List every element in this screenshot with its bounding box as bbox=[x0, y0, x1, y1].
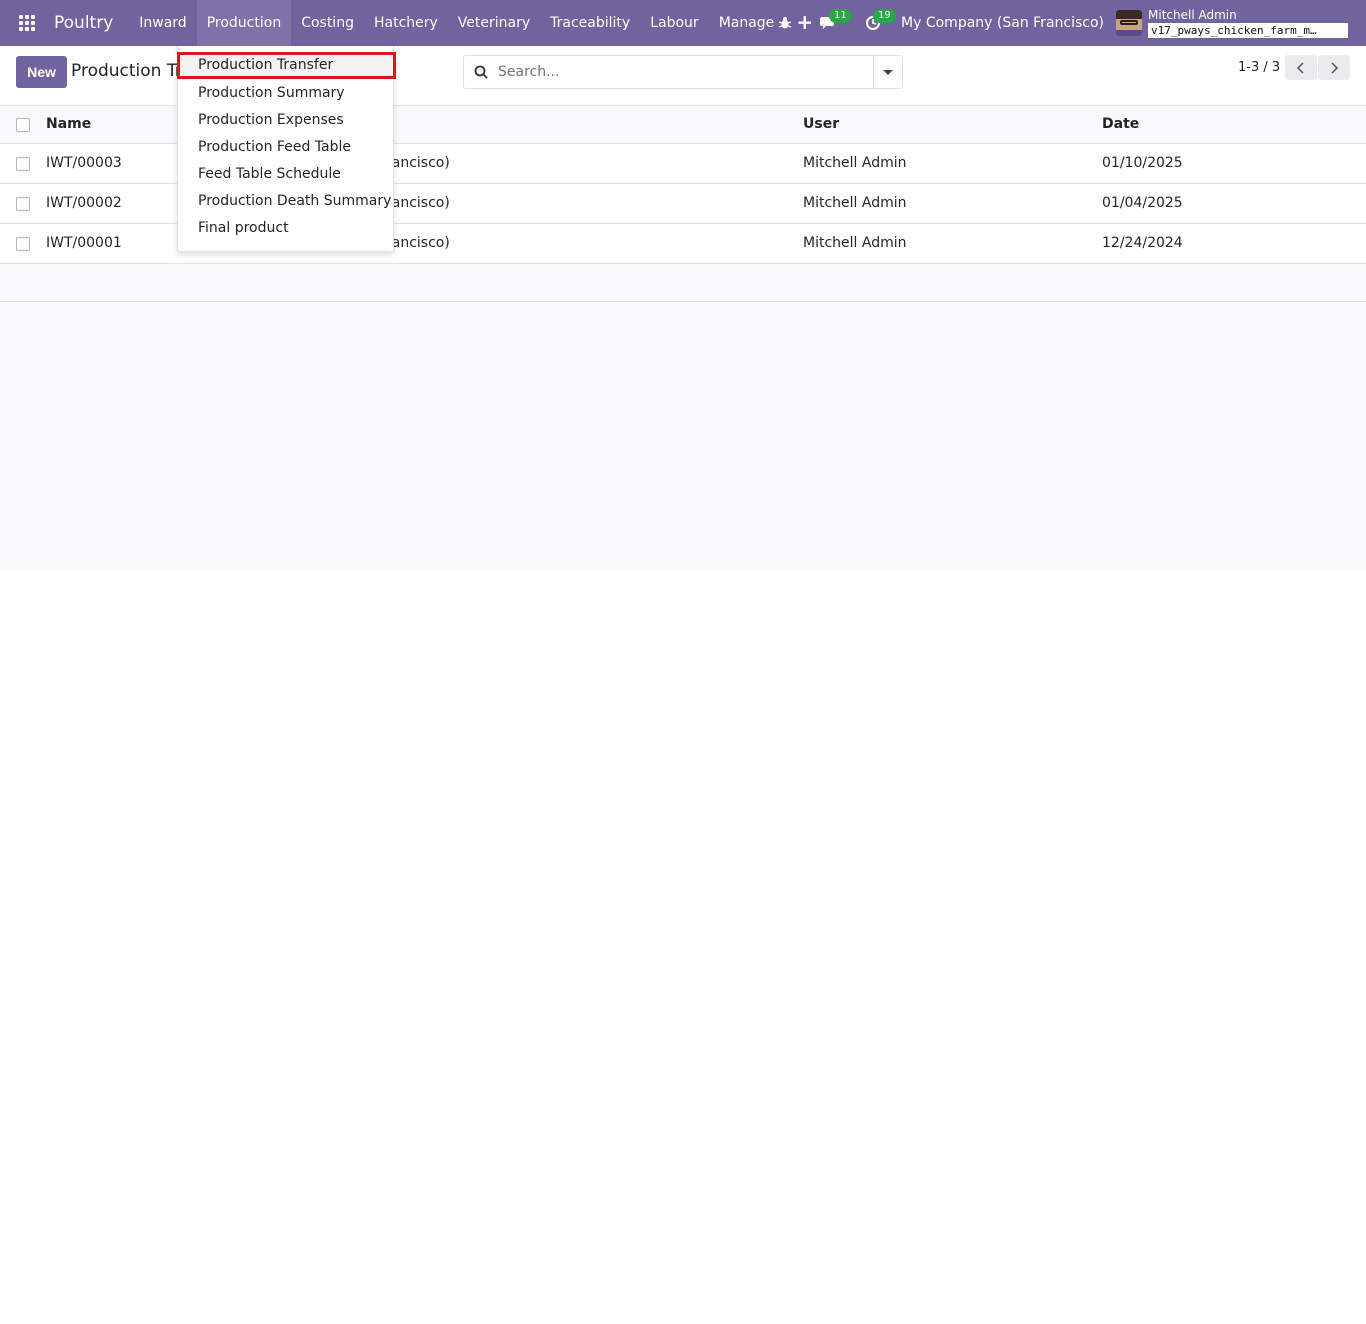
column-header-user[interactable]: User bbox=[803, 116, 839, 132]
cell-name: IWT/00002 bbox=[46, 195, 122, 211]
menu-item-production-expenses[interactable]: Production Expenses bbox=[178, 107, 393, 134]
production-dropdown-menu: Production Transfer Production Summary P… bbox=[177, 46, 396, 252]
cell-name: IWT/00003 bbox=[46, 155, 122, 171]
search-icon bbox=[464, 65, 498, 79]
top-navbar: Poultry Inward Production Costing Hatche… bbox=[0, 0, 1366, 46]
activities-badge: 19 bbox=[873, 9, 896, 23]
pager-value[interactable]: 1-3 / 3 bbox=[1238, 60, 1280, 75]
cell-user: Mitchell Admin bbox=[803, 155, 907, 171]
menu-item-feed-table-schedule[interactable]: Feed Table Schedule bbox=[178, 161, 393, 188]
menu-item-production-transfer[interactable]: Production Transfer bbox=[177, 52, 396, 79]
row-checkbox[interactable] bbox=[16, 157, 30, 171]
menu-traceability[interactable]: Traceability bbox=[540, 0, 640, 46]
pager-previous-button[interactable] bbox=[1285, 55, 1317, 80]
menu-item-final-product[interactable]: Final product bbox=[178, 215, 393, 242]
user-name: Mitchell Admin bbox=[1148, 8, 1237, 22]
menu-veterinary[interactable]: Veterinary bbox=[448, 0, 540, 46]
select-all-checkbox[interactable] bbox=[16, 118, 30, 132]
cell-user: Mitchell Admin bbox=[803, 235, 907, 251]
column-header-date[interactable]: Date bbox=[1102, 116, 1139, 132]
cell-date: 01/10/2025 bbox=[1102, 155, 1183, 171]
menu-item-production-feed-table[interactable]: Production Feed Table bbox=[178, 134, 393, 161]
database-name: v17_pways_chicken_farm_m… bbox=[1148, 23, 1348, 38]
activities-icon[interactable]: 19 bbox=[851, 0, 896, 46]
cell-company: rancisco) bbox=[386, 155, 450, 171]
menu-inward[interactable]: Inward bbox=[129, 0, 196, 46]
user-menu[interactable]: Mitchell Admin v17_pways_chicken_farm_m… bbox=[1148, 8, 1348, 38]
pager-next-button[interactable] bbox=[1318, 55, 1350, 80]
search-input[interactable] bbox=[498, 56, 873, 88]
list-footer bbox=[0, 264, 1366, 302]
cell-company: rancisco) bbox=[386, 235, 450, 251]
list-empty-area bbox=[0, 302, 1366, 570]
chevron-left-icon bbox=[1296, 61, 1304, 74]
bug-icon[interactable] bbox=[763, 0, 807, 46]
cell-name: IWT/00001 bbox=[46, 235, 122, 251]
cell-user: Mitchell Admin bbox=[803, 195, 907, 211]
messages-icon[interactable]: 11 bbox=[807, 0, 852, 46]
column-header-name[interactable]: Name bbox=[46, 116, 91, 132]
search-options-toggle[interactable] bbox=[873, 56, 902, 88]
menu-costing[interactable]: Costing bbox=[291, 0, 364, 46]
row-checkbox[interactable] bbox=[16, 197, 30, 211]
chevron-right-icon bbox=[1331, 61, 1339, 74]
cell-date: 12/24/2024 bbox=[1102, 235, 1183, 251]
messages-badge: 11 bbox=[829, 9, 852, 23]
menu-item-production-summary[interactable]: Production Summary bbox=[178, 80, 393, 107]
menu-hatchery[interactable]: Hatchery bbox=[364, 0, 448, 46]
cell-company: rancisco) bbox=[386, 195, 450, 211]
cell-date: 01/04/2025 bbox=[1102, 195, 1183, 211]
row-checkbox[interactable] bbox=[16, 237, 30, 251]
app-brand[interactable]: Poultry bbox=[54, 0, 129, 46]
menu-labour[interactable]: Labour bbox=[640, 0, 708, 46]
menu-item-production-death-summary[interactable]: Production Death Summary bbox=[178, 188, 393, 215]
new-button[interactable]: New bbox=[16, 56, 67, 88]
apps-grid-icon[interactable] bbox=[0, 0, 54, 46]
search-bar bbox=[463, 55, 903, 89]
company-switcher[interactable]: My Company (San Francisco) bbox=[895, 15, 1116, 31]
user-avatar[interactable] bbox=[1116, 10, 1142, 36]
menu-production[interactable]: Production bbox=[196, 0, 292, 46]
caret-down-icon bbox=[883, 69, 893, 75]
page-title: Production Tr bbox=[71, 61, 182, 81]
